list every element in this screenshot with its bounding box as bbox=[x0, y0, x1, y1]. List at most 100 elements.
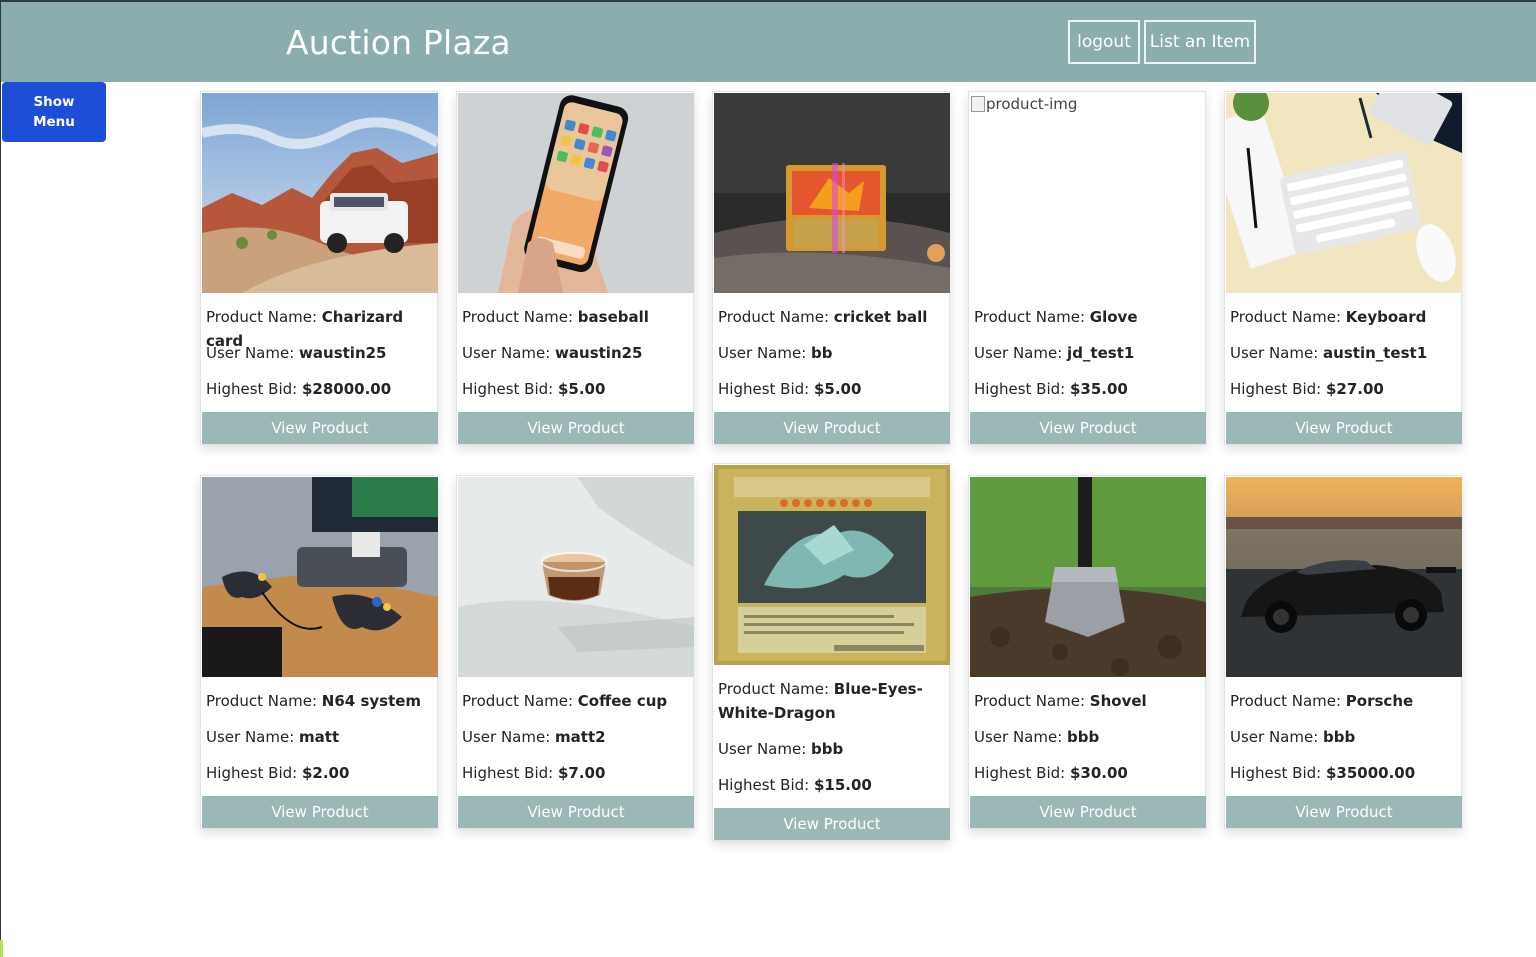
highest-bid-field: Highest Bid: $35.00 bbox=[974, 380, 1128, 398]
product-name-value-line1: Blue-Eyes- bbox=[833, 680, 923, 698]
view-product-button[interactable]: View Product bbox=[202, 796, 438, 828]
product-image[interactable] bbox=[1226, 477, 1462, 677]
product-image[interactable] bbox=[202, 477, 438, 677]
product-name-value-line2: White-Dragon bbox=[718, 704, 836, 722]
user-name-field: User Name: bbb bbox=[974, 728, 1100, 746]
user-name-value: bbb bbox=[1067, 728, 1100, 746]
highest-bid-field: Highest Bid: $15.00 bbox=[718, 776, 872, 794]
highest-bid-value: $28000.00 bbox=[301, 380, 392, 398]
highest-bid-value: $5.00 bbox=[813, 380, 862, 398]
view-product-button[interactable]: View Product bbox=[970, 412, 1206, 444]
show-menu-button[interactable]: Show Menu bbox=[2, 82, 106, 142]
user-name-field: User Name: austin_test1 bbox=[1230, 344, 1428, 362]
product-image[interactable] bbox=[458, 93, 694, 293]
user-name-value: waustin25 bbox=[299, 344, 387, 362]
product-name-field: Product Name: baseball bbox=[462, 308, 649, 326]
user-name-field: User Name: bbb bbox=[1230, 728, 1356, 746]
highest-bid-field: Highest Bid: $5.00 bbox=[718, 380, 862, 398]
user-name-field: User Name: matt2 bbox=[462, 728, 606, 746]
user-name-value: austin_test1 bbox=[1323, 344, 1428, 362]
highest-bid-field: Highest Bid: $5.00 bbox=[462, 380, 606, 398]
product-card: Product Name: Keyboard User Name: austin… bbox=[1224, 91, 1462, 445]
highest-bid-value: $2.00 bbox=[301, 764, 350, 782]
user-name-value: matt2 bbox=[555, 728, 606, 746]
user-name-field: User Name: bb bbox=[718, 344, 833, 362]
view-product-button[interactable]: View Product bbox=[458, 796, 694, 828]
product-card: Product Name: Porsche User Name: bbb Hig… bbox=[1224, 475, 1462, 829]
highest-bid-field: Highest Bid: $27.00 bbox=[1230, 380, 1384, 398]
product-name-value: cricket ball bbox=[833, 308, 928, 326]
highest-bid-field: Highest Bid: $35000.00 bbox=[1230, 764, 1416, 782]
window-left-border bbox=[0, 0, 1, 957]
user-name-field: User Name: waustin25 bbox=[206, 344, 387, 362]
highest-bid-value: $35000.00 bbox=[1325, 764, 1416, 782]
broken-image-alt-text: product-img bbox=[986, 95, 1078, 113]
product-image[interactable] bbox=[1226, 93, 1462, 293]
product-name-value: baseball bbox=[577, 308, 649, 326]
product-name-field: Product Name: N64 system bbox=[206, 692, 422, 710]
show-menu-label-line2: Menu bbox=[33, 114, 75, 130]
product-name-field: Product Name: Coffee cup bbox=[462, 692, 668, 710]
view-product-button[interactable]: View Product bbox=[1226, 412, 1462, 444]
product-card: Product Name: baseball User Name: wausti… bbox=[456, 91, 694, 445]
product-image[interactable] bbox=[714, 93, 950, 293]
product-name-field: Product Name: cricket ball bbox=[718, 308, 928, 326]
highest-bid-value: $30.00 bbox=[1069, 764, 1128, 782]
product-image[interactable] bbox=[202, 93, 438, 293]
user-name-field: User Name: jd_test1 bbox=[974, 344, 1135, 362]
product-name-value: Porsche bbox=[1345, 692, 1414, 710]
user-name-field: User Name: matt bbox=[206, 728, 340, 746]
view-product-button[interactable]: View Product bbox=[714, 412, 950, 444]
product-name-field: Product Name: Shovel bbox=[974, 692, 1147, 710]
product-name-value: Glove bbox=[1089, 308, 1138, 326]
product-name-field: Product Name: Keyboard bbox=[1230, 308, 1427, 326]
user-name-value: bbb bbox=[1323, 728, 1356, 746]
product-card: Product Name: N64 system User Name: matt… bbox=[200, 475, 438, 829]
view-product-button[interactable]: View Product bbox=[202, 412, 438, 444]
highest-bid-field: Highest Bid: $2.00 bbox=[206, 764, 350, 782]
product-card: Product Name: Blue-Eyes- White-Dragon Use… bbox=[712, 463, 950, 841]
window-corner-accent bbox=[0, 940, 3, 957]
product-name-value: N64 system bbox=[321, 692, 422, 710]
list-item-button[interactable]: List an Item bbox=[1144, 20, 1256, 64]
highest-bid-value: $15.00 bbox=[813, 776, 872, 794]
highest-bid-value: $27.00 bbox=[1325, 380, 1384, 398]
product-image[interactable] bbox=[714, 465, 950, 665]
highest-bid-value: $35.00 bbox=[1069, 380, 1128, 398]
user-name-field: User Name: bbb bbox=[718, 740, 844, 758]
product-name-value: Shovel bbox=[1089, 692, 1147, 710]
product-name-field: Product Name: Porsche bbox=[1230, 692, 1414, 710]
user-name-value: waustin25 bbox=[555, 344, 643, 362]
broken-image-placeholder[interactable]: product-img bbox=[970, 93, 1206, 293]
broken-image-icon bbox=[971, 96, 985, 112]
view-product-button[interactable]: View Product bbox=[1226, 796, 1462, 828]
product-name-value: Coffee cup bbox=[577, 692, 668, 710]
site-title[interactable]: Auction Plaza bbox=[286, 23, 511, 62]
user-name-field: User Name: waustin25 bbox=[462, 344, 643, 362]
highest-bid-field: Highest Bid: $28000.00 bbox=[206, 380, 392, 398]
site-header: Auction Plaza logout List an Item bbox=[1, 2, 1536, 82]
product-name-field: Product Name: Glove bbox=[974, 308, 1138, 326]
view-product-button[interactable]: View Product bbox=[970, 796, 1206, 828]
product-card: Product Name: cricket ball User Name: bb… bbox=[712, 91, 950, 445]
product-card: Product Name: Charizard card User Name: … bbox=[200, 91, 438, 445]
user-name-value: bb bbox=[811, 344, 833, 362]
product-card: product-img Product Name: Glove User Nam… bbox=[968, 91, 1206, 445]
highest-bid-field: Highest Bid: $30.00 bbox=[974, 764, 1128, 782]
product-image[interactable] bbox=[458, 477, 694, 677]
product-card: Product Name: Shovel User Name: bbb High… bbox=[968, 475, 1206, 829]
user-name-value: matt bbox=[299, 728, 340, 746]
product-name-value: Keyboard bbox=[1345, 308, 1427, 326]
view-product-button[interactable]: View Product bbox=[714, 808, 950, 840]
highest-bid-field: Highest Bid: $7.00 bbox=[462, 764, 606, 782]
show-menu-label-line1: Show bbox=[33, 94, 75, 110]
view-product-button[interactable]: View Product bbox=[458, 412, 694, 444]
user-name-value: jd_test1 bbox=[1067, 344, 1135, 362]
logout-button[interactable]: logout bbox=[1068, 20, 1140, 64]
product-name-field: Product Name: Blue-Eyes- White-Dragon bbox=[718, 680, 923, 722]
highest-bid-value: $5.00 bbox=[557, 380, 606, 398]
user-name-value: bbb bbox=[811, 740, 844, 758]
highest-bid-value: $7.00 bbox=[557, 764, 606, 782]
product-image[interactable] bbox=[970, 477, 1206, 677]
product-card: Product Name: Coffee cup User Name: matt… bbox=[456, 475, 694, 829]
